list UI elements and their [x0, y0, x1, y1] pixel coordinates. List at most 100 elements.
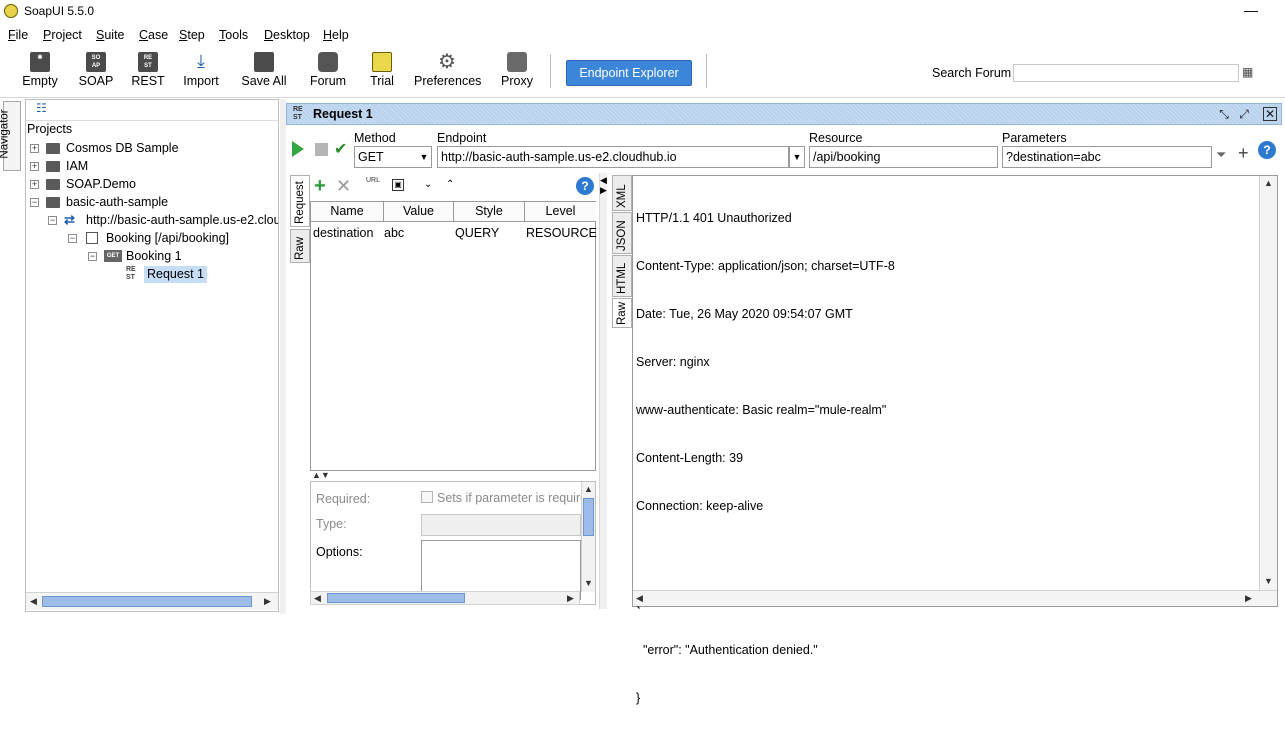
menu-desktop[interactable]: Desktop	[264, 28, 310, 42]
forum-button[interactable]: Forum	[308, 50, 348, 96]
help-icon[interactable]: ?	[1258, 141, 1276, 159]
save-all-button[interactable]: Save All	[240, 50, 288, 96]
tree-horizontal-scrollbar[interactable]: ◀ ▶	[26, 592, 278, 610]
menu-project[interactable]: Project	[43, 28, 82, 42]
navigator-tab[interactable]: Navigator	[0, 101, 21, 171]
tree-root-projects[interactable]: Projects	[27, 122, 72, 140]
remove-param-icon[interactable]: ✕	[336, 175, 351, 197]
response-text[interactable]: HTTP/1.1 401 Unauthorized Content-Type: …	[636, 178, 895, 738]
menu-help[interactable]: Help	[323, 28, 349, 42]
scroll-left-icon[interactable]: ◀	[636, 593, 643, 604]
column-header-level[interactable]: Level	[525, 202, 596, 222]
parameters-input[interactable]: ?destination=abc	[1002, 146, 1212, 168]
params-toolbar: + ✕ URL ▣ ⌄ ⌃ ?	[312, 175, 596, 201]
assertion-check-icon[interactable]: ✔	[334, 139, 347, 159]
empty-button[interactable]: ✱ Empty	[20, 50, 60, 96]
move-down-icon[interactable]: ⌄	[424, 179, 432, 190]
submit-request-icon[interactable]	[292, 141, 304, 157]
scroll-up-icon[interactable]: ▲	[1264, 178, 1273, 188]
menu-suite[interactable]: Suite	[96, 28, 125, 42]
tab-raw[interactable]: Raw	[290, 229, 310, 263]
response-view-tabs: XML JSON HTML Raw	[612, 175, 632, 328]
detail-horizontal-scrollbar[interactable]: ◀ ▶	[310, 591, 580, 605]
tab-html[interactable]: HTML	[612, 255, 632, 297]
collapse-icon[interactable]: −	[30, 198, 39, 207]
maximize-panel-icon[interactable]: ⤢	[1237, 107, 1251, 121]
scroll-thumb[interactable]	[42, 596, 252, 607]
move-up-icon[interactable]: ⌃	[446, 179, 454, 190]
tree-item-label: Cosmos DB Sample	[66, 141, 179, 155]
response-raw-view[interactable]: HTTP/1.1 401 Unauthorized Content-Type: …	[632, 175, 1278, 705]
scroll-right-icon[interactable]: ▶	[1245, 593, 1252, 604]
response-horizontal-scrollbar[interactable]: ◀ ▶	[633, 590, 1277, 606]
scroll-left-icon[interactable]: ◀	[314, 593, 321, 604]
collapse-right-icon[interactable]: ▶	[600, 185, 607, 196]
tree-view-icon[interactable]: ☷	[36, 102, 50, 114]
response-line: HTTP/1.1 401 Unauthorized	[636, 211, 792, 225]
tab-request[interactable]: Request	[290, 175, 310, 227]
fit-icon[interactable]: ▣	[392, 179, 404, 191]
scroll-down-icon[interactable]: ▼	[1264, 576, 1273, 586]
collapse-icon[interactable]: −	[88, 252, 97, 261]
scroll-thumb[interactable]	[583, 498, 594, 536]
import-button[interactable]: ⤓ Import	[180, 50, 222, 96]
required-checkbox[interactable]	[421, 491, 433, 503]
detail-vertical-scrollbar[interactable]: ▲ ▼	[581, 482, 595, 592]
scroll-left-icon[interactable]: ◀	[30, 596, 37, 607]
help-icon[interactable]: ?	[576, 177, 594, 195]
scroll-up-icon[interactable]: ▲	[584, 484, 593, 494]
filter-icon[interactable]: ⏷	[1216, 147, 1226, 163]
response-vertical-scrollbar[interactable]: ▲ ▼	[1259, 176, 1277, 592]
collapse-icon[interactable]: −	[68, 234, 77, 243]
tab-xml[interactable]: XML	[612, 175, 632, 211]
menu-file[interactable]: File	[8, 28, 28, 42]
column-header-value[interactable]: Value	[384, 202, 454, 222]
column-header-style[interactable]: Style	[454, 202, 525, 222]
preferences-button[interactable]: ⚙ Preferences	[414, 50, 481, 96]
expand-icon[interactable]: +	[30, 180, 39, 189]
add-parameter-icon[interactable]: +	[1238, 143, 1249, 164]
scroll-right-icon[interactable]: ▶	[264, 596, 271, 607]
scroll-thumb[interactable]	[327, 593, 465, 603]
url-param-icon[interactable]: URL	[366, 177, 380, 184]
method-select[interactable]: GET ▼	[354, 146, 432, 168]
search-forum-input[interactable]	[1013, 64, 1239, 82]
rest-button[interactable]: RE ST REST	[128, 50, 168, 96]
stop-request-icon[interactable]	[315, 143, 328, 156]
type-field[interactable]	[421, 514, 581, 536]
cell-name[interactable]: destination	[311, 223, 384, 243]
expand-icon[interactable]: +	[30, 162, 39, 171]
cell-style[interactable]: QUERY	[453, 223, 524, 243]
response-line: Server: nginx	[636, 355, 710, 369]
menu-tools[interactable]: Tools	[219, 28, 248, 42]
resource-input[interactable]: /api/booking	[809, 146, 998, 168]
response-line	[636, 546, 895, 562]
pane-splitter[interactable]: ◀ ▶	[599, 173, 607, 609]
add-param-icon[interactable]: +	[314, 175, 326, 197]
trial-button[interactable]: Trial	[364, 50, 400, 96]
cell-value[interactable]: abc	[382, 223, 452, 243]
close-panel-icon[interactable]: ✕	[1263, 107, 1277, 121]
tree-item-endpoint[interactable]: − ⇄ http://basic-auth-sample.us-e2.cloud…	[48, 212, 278, 230]
tab-raw-response[interactable]: Raw	[612, 298, 632, 328]
column-header-name[interactable]: Name	[311, 202, 384, 222]
empty-label: Empty	[22, 74, 58, 88]
proxy-button[interactable]: Proxy	[498, 50, 536, 96]
search-forum-icon[interactable]: ▦	[1242, 65, 1253, 79]
scroll-down-icon[interactable]: ▼	[584, 578, 593, 588]
endpoint-input[interactable]: http://basic-auth-sample.us-e2.cloudhub.…	[437, 146, 789, 168]
menu-step[interactable]: Step	[179, 28, 205, 42]
minimize-panel-icon[interactable]: ⤡	[1217, 107, 1231, 121]
endpoint-explorer-button[interactable]: Endpoint Explorer	[566, 60, 692, 86]
expand-icon[interactable]: +	[30, 144, 39, 153]
tab-json[interactable]: JSON	[612, 212, 632, 254]
scroll-right-icon[interactable]: ▶	[567, 593, 574, 604]
minimize-button[interactable]: —	[1244, 2, 1258, 18]
table-row[interactable]: destination abc QUERY RESOURCE	[311, 223, 597, 243]
menu-case[interactable]: Case	[139, 28, 168, 42]
endpoint-dropdown-icon[interactable]: ▼	[789, 146, 805, 168]
collapse-icon[interactable]: −	[48, 216, 57, 225]
splitter-arrows-icon[interactable]: ▲▼	[312, 470, 330, 480]
cell-level[interactable]: RESOURCE	[524, 223, 597, 243]
soap-button[interactable]: SO AP SOAP	[76, 50, 116, 96]
